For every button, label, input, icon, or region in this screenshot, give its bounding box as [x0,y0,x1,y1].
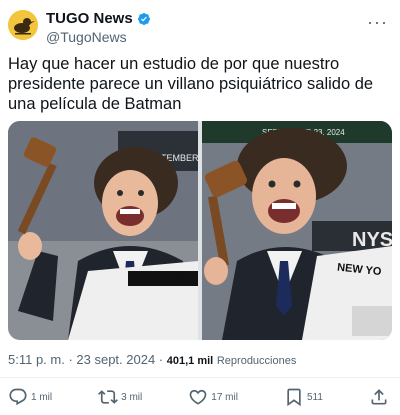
reply-icon [9,388,27,406]
bookmark-button[interactable]: 511 [284,387,323,407]
duck-logo-icon [8,10,38,40]
more-options-icon[interactable]: ··· [367,12,388,33]
meta-separator: · [155,352,167,367]
tweet-text: Hay que hacer un estudio de por que nues… [8,55,374,113]
repost-button[interactable]: 3 mil [98,387,142,407]
tweet-timestamp[interactable]: 5:11 p. m. · 23 sept. 2024 [8,352,155,367]
repost-icon [98,390,119,404]
bookmark-count: 511 [306,391,323,403]
tweet-meta: 5:11 p. m. · 23 sept. 2024 · 401,1 mil R… [8,352,296,367]
tweet-media[interactable]: SEPTEMBER NEW Y SE [8,121,392,340]
views-label: Reproducciones [216,355,297,367]
reply-button[interactable]: 1 mil [8,387,52,407]
verified-badge-icon [137,13,150,25]
reply-count: 1 mil [31,391,53,403]
bookmark-icon [287,388,301,407]
tweet-actions: 1 mil 3 mil 17 mil 511 [8,384,392,410]
repost-count: 3 mil [121,391,143,403]
share-button[interactable] [369,387,392,407]
media-photo-right[interactable]: SEPTEMBER 23, 2024 NYS NEW YO [202,121,392,340]
avatar[interactable] [8,10,38,40]
views-count: 401,1 mil [166,355,214,367]
author-handle[interactable]: @TugoNews [46,28,151,46]
author-display-name[interactable]: TUGO News [46,10,133,28]
media-photo-left[interactable]: SEPTEMBER NEW Y [8,121,198,340]
heart-icon [189,389,207,405]
divider [0,377,400,378]
like-button[interactable]: 17 mil [188,387,238,407]
like-count: 17 mil [211,391,238,403]
author-names: TUGO News @TugoNews [46,10,151,46]
share-icon [371,389,387,405]
tweet-header: TUGO News @TugoNews ··· [8,10,392,46]
